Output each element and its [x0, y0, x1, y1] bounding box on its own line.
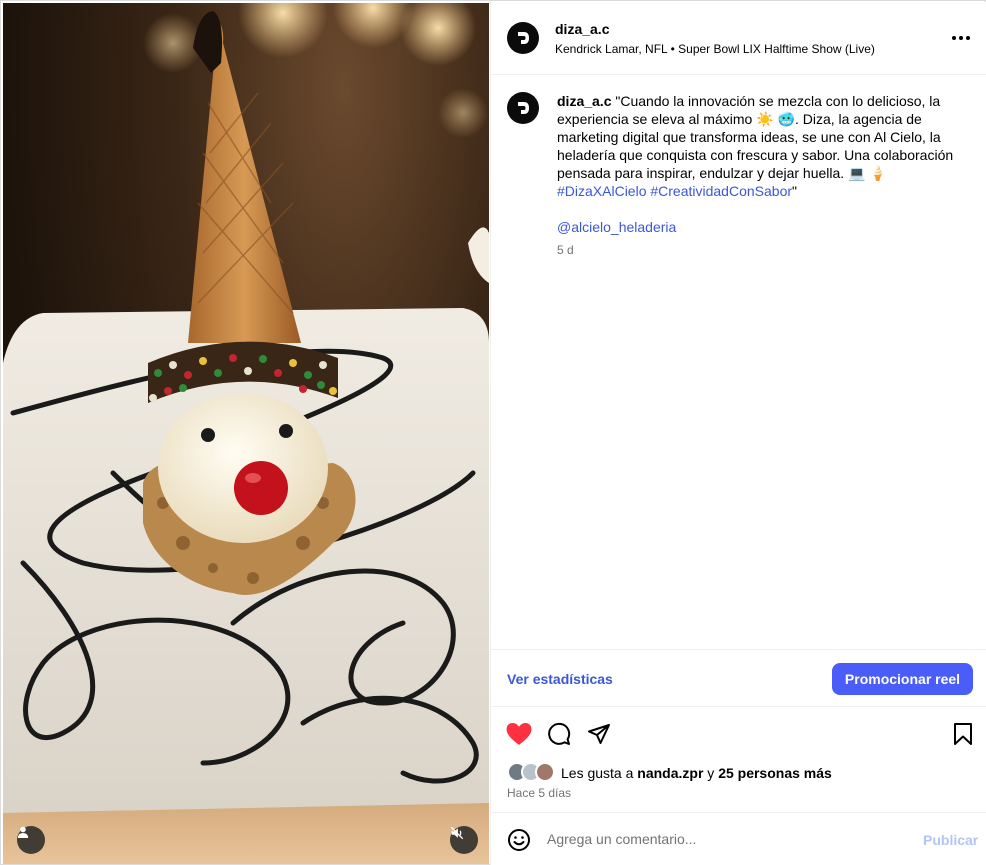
insights-bar: Ver estadísticas Promocionar reel — [491, 649, 986, 707]
comment-input[interactable] — [547, 827, 907, 851]
likes-summary: Les gusta a nanda.zpr y 25 personas más — [507, 762, 977, 782]
comment-bubble-icon — [548, 722, 571, 745]
speaker-muted-icon — [450, 826, 464, 840]
caption-section: diza_a.c "Cuando la innovación se mezcla… — [491, 76, 986, 650]
caption-quote-end: " — [792, 183, 797, 199]
likes-prefix: Les gusta a — [561, 765, 638, 781]
heart-icon — [506, 722, 532, 745]
comment-button[interactable] — [545, 720, 573, 748]
post-username[interactable]: diza_a.c — [555, 21, 609, 37]
diza-logo-icon — [518, 102, 529, 114]
caption-hashtags[interactable]: #DizaXAlCielo #CreatividadConSabor — [557, 183, 792, 199]
like-button[interactable] — [505, 720, 533, 748]
publish-comment-button[interactable]: Publicar — [923, 832, 978, 848]
liker-username[interactable]: nanda.zpr — [637, 765, 703, 781]
emoji-smile-icon — [508, 829, 530, 851]
bookmark-icon — [954, 723, 972, 745]
mute-toggle-button[interactable] — [450, 826, 478, 854]
view-insights-link[interactable]: Ver estadísticas — [507, 671, 613, 687]
more-options-icon[interactable] — [949, 28, 973, 48]
likes-text: Les gusta a nanda.zpr y 25 personas más — [561, 765, 832, 781]
caption-username[interactable]: diza_a.c — [557, 93, 611, 109]
share-button[interactable] — [585, 720, 613, 748]
paper-plane-icon — [588, 724, 610, 744]
avatar[interactable] — [507, 92, 539, 124]
caption-text: "Cuando la innovación se mezcla con lo d… — [557, 93, 954, 181]
post-side-panel: diza_a.c Kendrick Lamar, NFL • Super Bow… — [490, 2, 986, 865]
action-bar — [491, 714, 986, 754]
likes-count-link[interactable]: 25 personas más — [718, 765, 832, 781]
caption-age: 5 d — [557, 243, 574, 257]
post-modal: diza_a.c Kendrick Lamar, NFL • Super Bow… — [0, 0, 986, 865]
emoji-picker-button[interactable] — [507, 828, 531, 852]
diza-logo-icon — [518, 32, 529, 44]
comment-composer: Publicar — [491, 812, 986, 865]
audio-track-link[interactable]: Kendrick Lamar, NFL • Super Bowl LIX Hal… — [555, 42, 875, 56]
mention-link[interactable]: @alcielo_heladeria — [557, 219, 676, 235]
save-button[interactable] — [949, 720, 977, 748]
tagged-users-button[interactable] — [17, 826, 45, 854]
likes-middle: y — [703, 765, 719, 781]
avatar[interactable] — [507, 22, 539, 54]
liker-avatars — [507, 762, 559, 782]
user-tag-icon — [17, 826, 29, 838]
post-timestamp: Hace 5 días — [507, 786, 572, 800]
promote-reel-button[interactable]: Promocionar reel — [832, 663, 973, 695]
reel-video[interactable] — [3, 3, 489, 864]
post-header: diza_a.c Kendrick Lamar, NFL • Super Bow… — [491, 2, 986, 75]
avatar — [535, 762, 555, 782]
reel-frame-image — [3, 3, 489, 864]
post-caption: diza_a.c "Cuando la innovación se mezcla… — [557, 92, 957, 200]
